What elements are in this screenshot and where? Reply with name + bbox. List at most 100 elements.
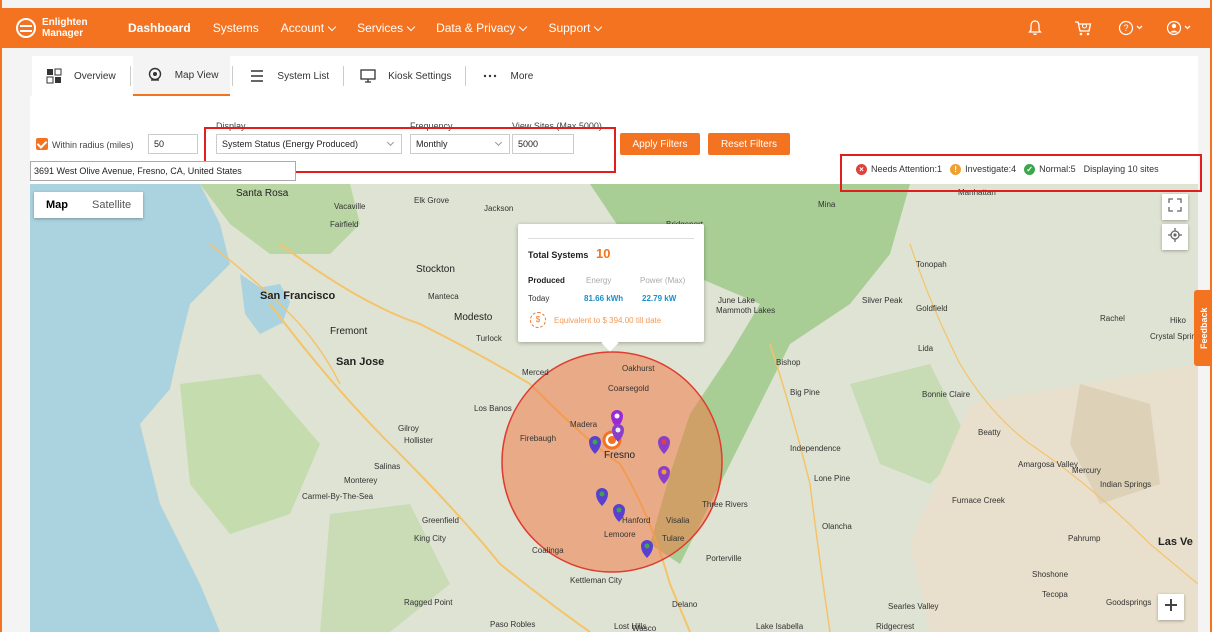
map-label: Elk Grove xyxy=(414,196,450,205)
app-window: Enlighten Manager Dashboard Systems Acco… xyxy=(0,0,1212,632)
map-label: Furnace Creek xyxy=(952,496,1005,505)
svg-text:?: ? xyxy=(1123,23,1128,33)
chevron-down-icon xyxy=(594,22,603,31)
map-label: Oakhurst xyxy=(622,364,655,373)
map-label: Fremont xyxy=(330,326,368,337)
nav-systems[interactable]: Systems xyxy=(213,21,259,35)
reset-filters-button[interactable]: Reset Filters xyxy=(708,133,790,155)
map-label: Independence xyxy=(790,444,841,453)
map-label: Amargosa Valley xyxy=(1018,460,1078,469)
user-icon[interactable] xyxy=(1162,13,1196,43)
within-radius-checkbox[interactable] xyxy=(36,138,48,150)
map-label: Bishop xyxy=(776,358,801,367)
status-highlight-box xyxy=(840,154,1202,192)
map-label: Hanford xyxy=(622,516,651,525)
logo-line1: Enlighten xyxy=(42,17,88,28)
more-icon xyxy=(480,67,500,85)
nav-support[interactable]: Support xyxy=(548,21,603,35)
map-label: Rachel xyxy=(1100,314,1125,323)
map-label: Beatty xyxy=(978,428,1001,437)
map-label: Delano xyxy=(672,600,698,609)
feedback-tab[interactable]: Feedback xyxy=(1194,290,1210,366)
locate-icon xyxy=(1168,227,1182,247)
within-radius-label: Within radius (miles) xyxy=(52,140,134,150)
map-label: Hiko xyxy=(1170,316,1187,325)
fullscreen-icon xyxy=(1168,197,1182,217)
map-label: Goodsprings xyxy=(1106,598,1152,607)
map-label: Lake Isabella xyxy=(756,622,804,631)
apply-filters-button[interactable]: Apply Filters xyxy=(620,133,700,155)
map-label: Stockton xyxy=(416,264,455,275)
map-label: Wasco xyxy=(632,624,657,632)
map-label: Greenfield xyxy=(422,516,459,525)
map-label: Santa Rosa xyxy=(236,188,289,199)
help-icon[interactable]: ? xyxy=(1114,13,1148,43)
map-type-map-button[interactable]: Map xyxy=(34,192,80,218)
map-label: Ridgecrest xyxy=(876,622,915,631)
map-type-satellite-button[interactable]: Satellite xyxy=(80,192,143,218)
list-icon xyxy=(247,67,267,85)
tab-kiosk-settings[interactable]: Kiosk Settings xyxy=(346,56,463,96)
map-label: Big Pine xyxy=(790,388,820,397)
map-label: Visalia xyxy=(666,516,690,525)
nav-account[interactable]: Account xyxy=(281,21,337,35)
map-label: Coarsegold xyxy=(608,384,649,393)
nav-dashboard[interactable]: Dashboard xyxy=(128,21,191,35)
map-label: Vacaville xyxy=(334,202,366,211)
nav-menu: Dashboard Systems Account Services Data … xyxy=(128,21,623,35)
map-label: Gilroy xyxy=(398,424,419,433)
popup-power-label: Power (Max) xyxy=(640,276,686,285)
map-label: Salinas xyxy=(374,462,401,471)
map-label: Los Banos xyxy=(474,404,512,413)
map-label: Olancha xyxy=(822,522,852,531)
top-navigation: Enlighten Manager Dashboard Systems Acco… xyxy=(2,8,1210,48)
map-label: Three Rivers xyxy=(702,500,748,509)
map-label: Jackson xyxy=(484,204,514,213)
map-type-toggle: Map Satellite xyxy=(34,192,144,218)
popup-energy-value: 81.66 kWh xyxy=(584,294,624,303)
tab-overview[interactable]: Overview xyxy=(32,56,128,96)
map-canvas[interactable]: Santa Rosa Vacaville Fairfield Elk Grove… xyxy=(30,184,1198,632)
map-label: Tecopa xyxy=(1042,590,1068,599)
map-label: Goldfield xyxy=(916,304,948,313)
map-label: Ragged Point xyxy=(404,598,453,607)
map-label: Turlock xyxy=(476,334,502,343)
map-label: Madera xyxy=(570,420,598,429)
nav-services[interactable]: Services xyxy=(357,21,416,35)
tab-more[interactable]: More xyxy=(468,56,545,96)
enlighten-logo[interactable]: Enlighten Manager xyxy=(16,17,128,39)
map-label: June Lake xyxy=(718,296,755,305)
map-label: Modesto xyxy=(454,312,493,323)
nav-data-privacy[interactable]: Data & Privacy xyxy=(436,21,528,35)
view-tabs: Overview Map View System List Kiosk Sett… xyxy=(32,56,1198,96)
total-systems-popup: Total Systems 10 Produced Energy Power (… xyxy=(518,224,704,342)
coin-icon: $ xyxy=(530,312,546,328)
my-location-button[interactable] xyxy=(1162,224,1188,250)
map-label: Carmel-By-The-Sea xyxy=(302,492,374,501)
map-label: Monterey xyxy=(344,476,378,485)
zoom-in-button[interactable] xyxy=(1158,594,1184,620)
map-label: Crystal Sprin xyxy=(1150,332,1196,341)
map-label: Porterville xyxy=(706,554,742,563)
tab-system-list[interactable]: System List xyxy=(235,56,341,96)
popup-equivalent: Equivalent to $ 394.00 till date xyxy=(554,316,662,325)
map-label: Bonnie Claire xyxy=(922,390,971,399)
popup-count: 10 xyxy=(596,246,611,261)
map-label: Manteca xyxy=(428,292,459,301)
map-label: Fairfield xyxy=(330,220,359,229)
popup-energy-label: Energy xyxy=(586,276,612,285)
map-label: Fresno xyxy=(604,450,636,461)
grid-icon xyxy=(44,67,64,85)
radius-input[interactable]: 50 xyxy=(148,134,198,154)
address-input[interactable]: 3691 West Olive Avenue, Fresno, CA, Unit… xyxy=(30,161,296,181)
map-label: Coalinga xyxy=(532,546,564,555)
map-label: Indian Springs xyxy=(1100,480,1152,489)
chevron-down-icon xyxy=(406,22,416,31)
tab-map-view[interactable]: Map View xyxy=(132,56,231,96)
bell-icon[interactable] xyxy=(1018,13,1052,43)
fullscreen-button[interactable] xyxy=(1162,194,1188,220)
map-label: Merced xyxy=(522,368,549,377)
map-label: Silver Peak xyxy=(862,296,903,305)
cart-icon[interactable] xyxy=(1066,13,1100,43)
chevron-down-icon xyxy=(327,22,337,31)
